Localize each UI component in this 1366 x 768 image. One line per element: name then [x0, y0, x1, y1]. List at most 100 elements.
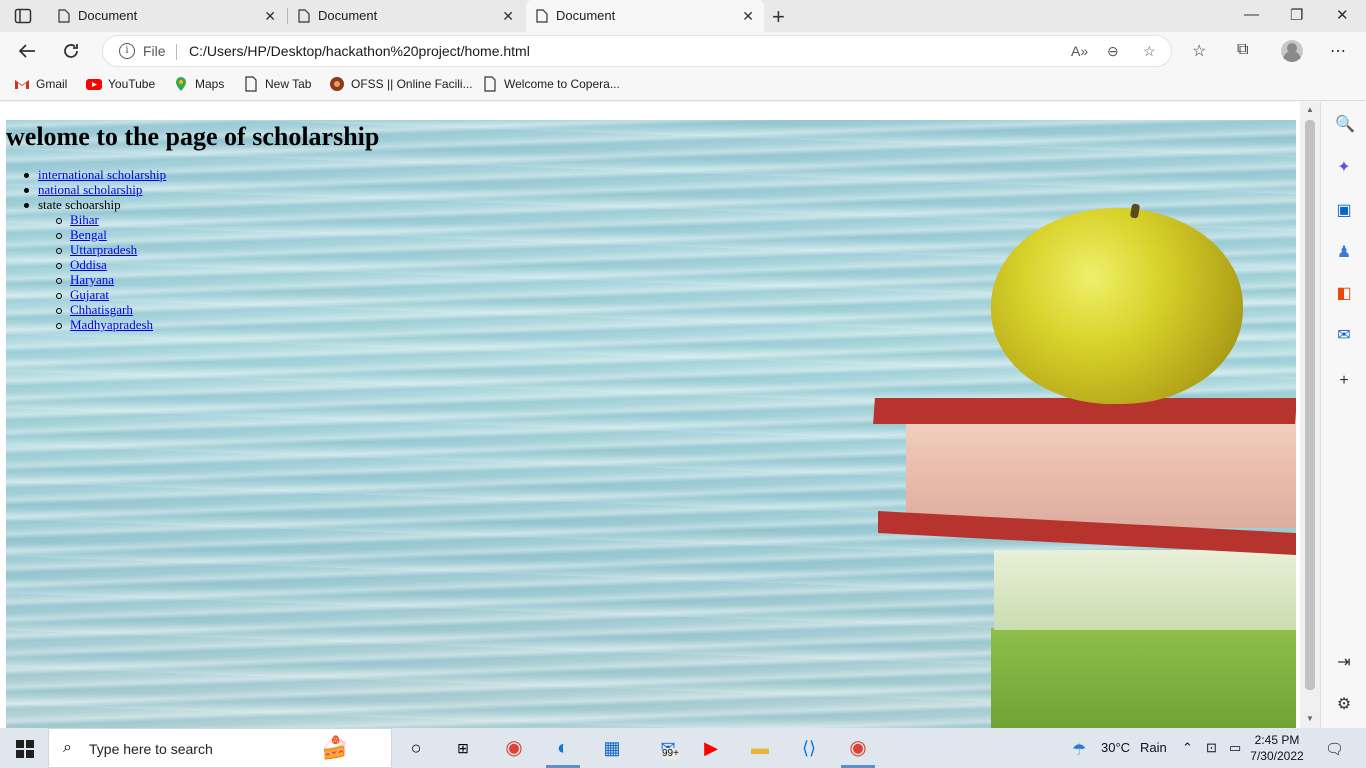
list-item: Oddisa	[55, 257, 166, 272]
international-scholarship-link[interactable]: international scholarship	[38, 167, 166, 182]
state-scholarship-label: state schoarship	[38, 197, 121, 212]
refresh-icon[interactable]	[60, 40, 82, 62]
close-tab-icon[interactable]: ✕	[502, 8, 514, 25]
info-icon[interactable]: i	[119, 43, 135, 59]
list-item: Madhyapradesh	[55, 317, 166, 332]
file-explorer-icon[interactable]: ▬	[748, 736, 772, 760]
battery-icon[interactable]: ▭	[1229, 740, 1241, 756]
close-tab-icon[interactable]: ✕	[264, 8, 276, 25]
outlook-icon[interactable]: ✉	[1335, 327, 1353, 345]
notifications-icon[interactable]: 🗨	[1325, 740, 1344, 758]
state-list: Bihar Bengal Uttarpradesh Oddisa Haryana…	[55, 212, 166, 332]
add-favorite-icon[interactable]: ☆	[1143, 43, 1156, 60]
add-sidebar-app-icon[interactable]: +	[1335, 372, 1353, 390]
list-item: national scholarship	[23, 182, 166, 197]
tab-label: Document	[78, 8, 138, 23]
office-icon[interactable]: ◧	[1335, 285, 1353, 303]
discover-icon[interactable]: ✦	[1335, 159, 1353, 177]
book-illustration	[906, 420, 1296, 528]
widgets-icon[interactable]: ⊞	[451, 736, 475, 760]
clock-date: 7/30/2022	[1250, 749, 1304, 763]
document-icon	[245, 76, 257, 92]
weather-condition[interactable]: Rain	[1140, 740, 1167, 755]
favorites-icon[interactable]: ☆	[1192, 41, 1206, 61]
background-image	[6, 120, 1296, 728]
tab-document-1[interactable]: Document ✕	[48, 0, 286, 32]
clock-time: 2:45 PM	[1254, 733, 1300, 747]
youtube-icon	[86, 79, 102, 90]
bookmark-label: New Tab	[265, 77, 312, 91]
state-link-madhyapradesh[interactable]: Madhyapradesh	[70, 317, 153, 332]
tab-document-active[interactable]: Document ✕	[526, 0, 764, 32]
list-item: Gujarat	[55, 287, 166, 302]
back-icon[interactable]	[16, 40, 38, 62]
task-view-icon[interactable]: ○	[404, 736, 428, 760]
restore-button[interactable]: ❐	[1290, 6, 1303, 24]
scroll-thumb[interactable]	[1305, 120, 1315, 690]
settings-gear-icon[interactable]: ⚙	[1335, 696, 1353, 714]
scroll-down-arrow-icon[interactable]: ▼	[1306, 714, 1314, 723]
new-tab-button[interactable]: +	[772, 4, 785, 30]
chrome-icon[interactable]: ◉	[502, 736, 526, 760]
address-bar[interactable]: i File C:/Users/HP/Desktop/hackathon%20p…	[102, 35, 1172, 67]
mail-badge: 99+	[660, 748, 681, 760]
vscode-icon[interactable]: ⟨⟩	[797, 736, 821, 760]
bookmarks-bar: Gmail YouTube Maps New Tab OFSS || Onlin…	[0, 70, 1366, 101]
minimize-button[interactable]: —	[1244, 6, 1259, 23]
taskbar-search-box[interactable]: ⌕ Type here to search 🍰	[48, 728, 392, 768]
close-window-button[interactable]: ✕	[1336, 6, 1349, 24]
national-scholarship-link[interactable]: national scholarship	[38, 182, 142, 197]
state-link-oddisa[interactable]: Oddisa	[70, 257, 107, 272]
tab-document-2[interactable]: Document ✕	[288, 0, 524, 32]
state-link-haryana[interactable]: Haryana	[70, 272, 114, 287]
scheme-label: File	[143, 43, 166, 59]
games-icon[interactable]: ♟	[1335, 244, 1353, 262]
state-link-bengal[interactable]: Bengal	[70, 227, 107, 242]
book-illustration	[873, 398, 1296, 424]
system-clock[interactable]: 2:45 PM 7/30/2022	[1242, 732, 1312, 764]
weather-icon[interactable]: ☂	[1072, 740, 1086, 760]
tab-label: Document	[556, 8, 616, 23]
scholarship-list: international scholarship national schol…	[23, 167, 166, 332]
url-text[interactable]: C:/Users/HP/Desktop/hackathon%20project/…	[189, 43, 530, 59]
youtube-app-icon[interactable]: ▶	[699, 736, 723, 760]
tab-label: Document	[318, 8, 378, 23]
scroll-up-arrow-icon[interactable]: ▲	[1306, 105, 1314, 114]
gmail-icon	[15, 80, 29, 89]
mail-icon[interactable]: ✉99+	[650, 736, 686, 760]
tab-actions-icon[interactable]	[14, 7, 32, 25]
ofss-logo-icon	[330, 77, 344, 91]
document-icon	[484, 76, 496, 92]
edge-sidebar: 🔍 ✦ ▣ ♟ ◧ ✉ + ⇥ ⚙	[1320, 102, 1366, 728]
state-link-uttarpradesh[interactable]: Uttarpradesh	[70, 242, 137, 257]
chrome-icon[interactable]: ◉	[846, 736, 870, 760]
hide-sidebar-icon[interactable]: ⇥	[1335, 654, 1353, 672]
windows-start-icon[interactable]	[16, 740, 34, 758]
page-title: welome to the page of scholarship	[6, 122, 380, 151]
store-icon[interactable]: ▦	[600, 736, 624, 760]
windows-taskbar: ⌕ Type here to search 🍰 ○ ⊞ ◉ ◐ ▦ ✉99+ ▶…	[0, 728, 1366, 768]
read-aloud-icon[interactable]: A»	[1071, 43, 1088, 59]
maps-pin-icon	[176, 77, 186, 91]
close-tab-icon[interactable]: ✕	[742, 8, 754, 25]
show-hidden-icons-chevron-icon[interactable]: ⌃	[1182, 740, 1193, 756]
more-menu-icon[interactable]: ⋯	[1330, 41, 1346, 61]
profile-avatar[interactable]	[1281, 40, 1303, 62]
state-link-chhatisgarh[interactable]: Chhatisgarh	[70, 302, 133, 317]
edge-icon[interactable]: ◐	[551, 736, 575, 760]
vertical-scrollbar[interactable]: ▲ ▼	[1300, 102, 1320, 728]
bookmark-label: Welcome to Copera...	[504, 77, 620, 91]
collections-icon[interactable]: ⧉	[1237, 41, 1248, 59]
zoom-out-icon[interactable]: ⊖	[1107, 43, 1119, 60]
tools-icon[interactable]: ▣	[1335, 202, 1353, 220]
divider	[176, 44, 177, 60]
search-placeholder: Type here to search	[89, 741, 213, 757]
search-icon: ⌕	[63, 739, 72, 756]
state-link-gujarat[interactable]: Gujarat	[70, 287, 109, 302]
weather-temperature[interactable]: 30°C	[1101, 740, 1130, 755]
search-icon[interactable]: 🔍	[1335, 116, 1355, 134]
book-illustration	[991, 628, 1296, 728]
list-item: international scholarship	[23, 167, 166, 182]
network-icon[interactable]: ⊡	[1206, 740, 1217, 756]
state-link-bihar[interactable]: Bihar	[70, 212, 99, 227]
